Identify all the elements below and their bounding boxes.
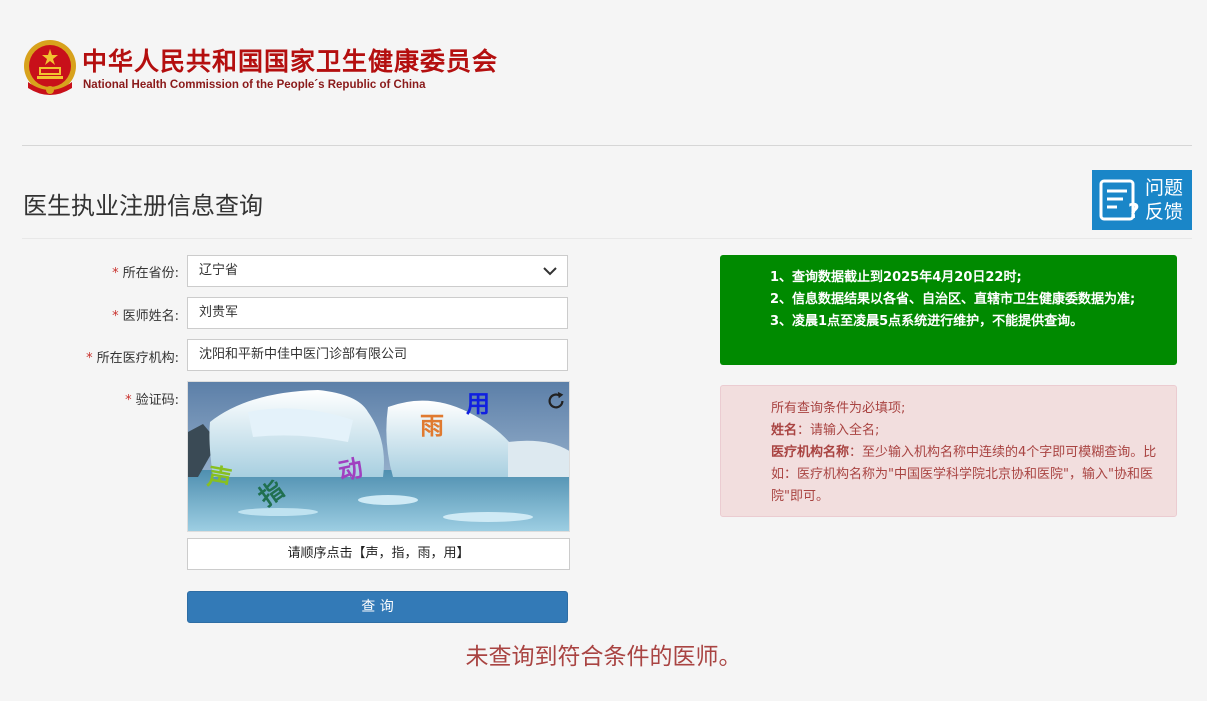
- captcha-background: [188, 382, 569, 531]
- site-header: 中华人民共和国国家卫生健康委员会 National Health Commiss…: [22, 38, 622, 100]
- header-divider: [22, 145, 1192, 146]
- refresh-icon[interactable]: [545, 390, 567, 412]
- captcha-label-text: 验证码:: [135, 393, 179, 408]
- org-name-en: National Health Commission of the People…: [83, 79, 426, 91]
- requirement-institution-label: 医疗机构名称: [771, 445, 850, 460]
- requirement-name-label: 姓名: [771, 423, 798, 438]
- page-title: 医生执业注册信息查询: [23, 192, 263, 220]
- data-notice: 1、查询数据截止到2025年4月20日22时; 2、信息数据结果以各省、自治区、…: [720, 255, 1177, 365]
- doctor-name-label: * 医师姓名:: [112, 305, 179, 324]
- feedback-label: 问题 反馈: [1145, 176, 1191, 224]
- captcha-image[interactable]: 用 雨 动 声 指: [187, 381, 570, 532]
- doctor-name-value: 刘贵军: [199, 305, 239, 320]
- province-value: 辽宁省: [199, 263, 239, 278]
- doctor-name-input[interactable]: 刘贵军: [187, 297, 568, 329]
- query-button[interactable]: 查 询: [187, 591, 568, 623]
- province-label-text: 所在省份:: [122, 266, 179, 281]
- required-mark: *: [86, 351, 93, 366]
- requirement-name: 姓名：请输入全名;: [771, 420, 1162, 442]
- feedback-button[interactable]: ? 问题 反馈: [1092, 170, 1192, 230]
- required-mark: *: [112, 266, 119, 281]
- institution-value: 沈阳和平新中佳中医门诊部有限公司: [199, 347, 408, 362]
- doctor-name-label-text: 医师姓名:: [122, 309, 179, 324]
- feedback-label-line2: 反馈: [1145, 201, 1184, 223]
- notice-line: 3、凌晨1点至凌晨5点系统进行维护，不能提供查询。: [770, 314, 1084, 329]
- svg-text:?: ?: [1128, 199, 1140, 222]
- requirement-institution: 医疗机构名称：至少输入机构名称中连续的4个字即可模糊查询。比如：医疗机构名称为"…: [771, 442, 1162, 508]
- captcha-label: * 验证码:: [125, 389, 179, 408]
- org-name-cn: 中华人民共和国国家卫生健康委员会: [82, 47, 499, 76]
- province-select[interactable]: 辽宁省: [187, 255, 568, 287]
- captcha-char[interactable]: 雨: [420, 406, 444, 441]
- institution-input[interactable]: 沈阳和平新中佳中医门诊部有限公司: [187, 339, 568, 371]
- institution-label-text: 所在医疗机构:: [96, 351, 179, 366]
- requirement-name-text: ：请输入全名;: [797, 423, 880, 438]
- captcha-char[interactable]: 用: [466, 384, 490, 419]
- captcha-hint: 请顺序点击【声，指，雨，用】: [187, 538, 570, 570]
- province-label: * 所在省份:: [112, 262, 179, 281]
- required-mark: *: [112, 309, 119, 324]
- feedback-icon: ?: [1099, 179, 1140, 222]
- chevron-down-icon: [543, 267, 557, 276]
- national-emblem-icon: [22, 38, 78, 98]
- notice-line: 1、查询数据截止到2025年4月20日22时;: [770, 270, 1022, 285]
- requirement-line: 所有查询条件为必填项;: [771, 401, 906, 416]
- title-divider: [22, 238, 1192, 239]
- feedback-label-line1: 问题: [1145, 177, 1184, 199]
- institution-label: * 所在医疗机构:: [86, 347, 179, 366]
- requirements-notice: 所有查询条件为必填项; 姓名：请输入全名; 医疗机构名称：至少输入机构名称中连续…: [720, 385, 1177, 517]
- required-mark: *: [125, 393, 132, 408]
- notice-line: 2、信息数据结果以各省、自治区、直辖市卫生健康委数据为准;: [770, 292, 1136, 307]
- result-message: 未查询到符合条件的医师。: [465, 644, 742, 670]
